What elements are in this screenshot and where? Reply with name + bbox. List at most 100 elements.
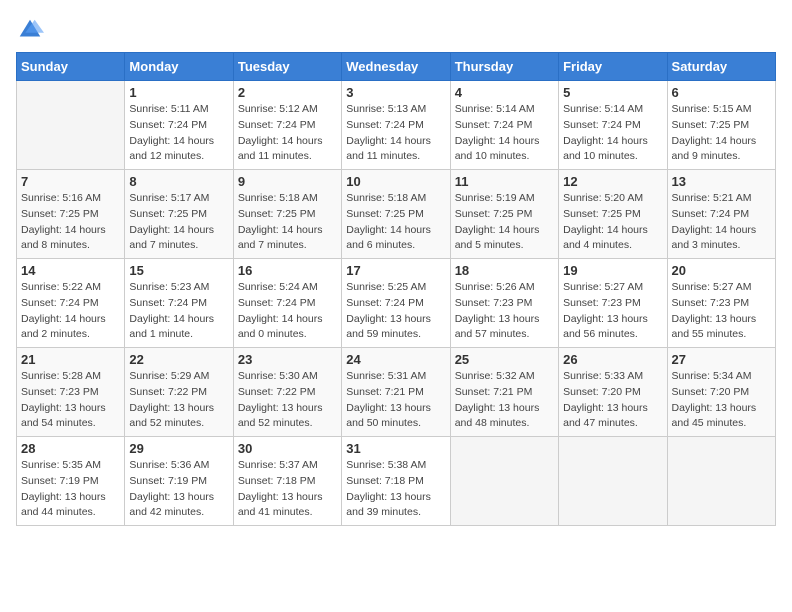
header-saturday: Saturday: [667, 53, 775, 81]
day-info: Sunrise: 5:18 AMSunset: 7:25 PMDaylight:…: [238, 191, 337, 254]
calendar-cell: 14Sunrise: 5:22 AMSunset: 7:24 PMDayligh…: [17, 259, 125, 348]
calendar-cell: 1Sunrise: 5:11 AMSunset: 7:24 PMDaylight…: [125, 81, 233, 170]
calendar-cell: 19 Sunrise: 5:27 AMSunset: 7:23 PMDayligh…: [559, 259, 667, 348]
day-info: Sunrise: 5:23 AMSunset: 7:24 PMDaylight:…: [129, 280, 228, 343]
calendar-cell: 9 Sunrise: 5:18 AMSunset: 7:25 PMDaylight…: [233, 170, 341, 259]
day-info: Sunrise: 5:21 AMSunset: 7:24 PMDaylight:…: [672, 191, 771, 254]
day-number: 12: [563, 174, 662, 189]
day-number: 8: [129, 174, 228, 189]
calendar-cell: [17, 81, 125, 170]
day-info: Sunrise: 5:15 AMSunset: 7:25 PMDaylight:…: [672, 102, 771, 165]
day-number: 26: [563, 352, 662, 367]
day-info: Sunrise: 5:33 AMSunset: 7:20 PMDaylight:…: [563, 369, 662, 432]
day-number: 19: [563, 263, 662, 278]
day-number: 25: [455, 352, 554, 367]
day-info: Sunrise: 5:13 AMSunset: 7:24 PMDaylight:…: [346, 102, 445, 165]
calendar-cell: 31 Sunrise: 5:38 AMSunset: 7:18 PMDayligh…: [342, 437, 450, 526]
logo-icon: [16, 16, 44, 44]
calendar-cell: 20 Sunrise: 5:27 AMSunset: 7:23 PMDayligh…: [667, 259, 775, 348]
calendar-cell: 4Sunrise: 5:14 AMSunset: 7:24 PMDaylight…: [450, 81, 558, 170]
day-number: 24: [346, 352, 445, 367]
day-info: Sunrise: 5:35 AMSunset: 7:19 PMDaylight:…: [21, 458, 120, 521]
calendar-cell: 5 Sunrise: 5:14 AMSunset: 7:24 PMDaylight…: [559, 81, 667, 170]
day-number: 14: [21, 263, 120, 278]
calendar-cell: 29 Sunrise: 5:36 AMSunset: 7:19 PMDayligh…: [125, 437, 233, 526]
calendar-cell: 24Sunrise: 5:31 AMSunset: 7:21 PMDayligh…: [342, 348, 450, 437]
header-row: Sunday Monday Tuesday Wednesday Thursday…: [17, 53, 776, 81]
calendar-week-5: 28 Sunrise: 5:35 AMSunset: 7:19 PMDayligh…: [17, 437, 776, 526]
calendar-cell: 6 Sunrise: 5:15 AMSunset: 7:25 PMDaylight…: [667, 81, 775, 170]
day-info: Sunrise: 5:18 AMSunset: 7:25 PMDaylight:…: [346, 191, 445, 254]
calendar-cell: 26 Sunrise: 5:33 AMSunset: 7:20 PMDayligh…: [559, 348, 667, 437]
logo: [16, 16, 48, 44]
day-info: Sunrise: 5:28 AMSunset: 7:23 PMDaylight:…: [21, 369, 120, 432]
day-info: Sunrise: 5:37 AMSunset: 7:18 PMDaylight:…: [238, 458, 337, 521]
header: [16, 16, 776, 44]
day-info: Sunrise: 5:38 AMSunset: 7:18 PMDaylight:…: [346, 458, 445, 521]
day-info: Sunrise: 5:24 AMSunset: 7:24 PMDaylight:…: [238, 280, 337, 343]
header-monday: Monday: [125, 53, 233, 81]
day-info: Sunrise: 5:19 AMSunset: 7:25 PMDaylight:…: [455, 191, 554, 254]
calendar-cell: 8 Sunrise: 5:17 AMSunset: 7:25 PMDaylight…: [125, 170, 233, 259]
calendar-cell: 27 Sunrise: 5:34 AMSunset: 7:20 PMDayligh…: [667, 348, 775, 437]
day-number: 13: [672, 174, 771, 189]
calendar-cell: 30 Sunrise: 5:37 AMSunset: 7:18 PMDayligh…: [233, 437, 341, 526]
calendar-week-4: 21 Sunrise: 5:28 AMSunset: 7:23 PMDayligh…: [17, 348, 776, 437]
header-thursday: Thursday: [450, 53, 558, 81]
calendar-cell: 15 Sunrise: 5:23 AMSunset: 7:24 PMDayligh…: [125, 259, 233, 348]
day-number: 16: [238, 263, 337, 278]
calendar-cell: 18Sunrise: 5:26 AMSunset: 7:23 PMDayligh…: [450, 259, 558, 348]
day-number: 3: [346, 85, 445, 100]
day-info: Sunrise: 5:14 AMSunset: 7:24 PMDaylight:…: [563, 102, 662, 165]
day-number: 2: [238, 85, 337, 100]
calendar-week-1: 1Sunrise: 5:11 AMSunset: 7:24 PMDaylight…: [17, 81, 776, 170]
day-number: 15: [129, 263, 228, 278]
day-info: Sunrise: 5:27 AMSunset: 7:23 PMDaylight:…: [672, 280, 771, 343]
calendar-cell: 2 Sunrise: 5:12 AMSunset: 7:24 PMDaylight…: [233, 81, 341, 170]
day-number: 30: [238, 441, 337, 456]
day-number: 6: [672, 85, 771, 100]
day-number: 10: [346, 174, 445, 189]
calendar-cell: 22Sunrise: 5:29 AMSunset: 7:22 PMDayligh…: [125, 348, 233, 437]
calendar-table: Sunday Monday Tuesday Wednesday Thursday…: [16, 52, 776, 526]
day-number: 17: [346, 263, 445, 278]
header-tuesday: Tuesday: [233, 53, 341, 81]
day-number: 31: [346, 441, 445, 456]
day-number: 28: [21, 441, 120, 456]
day-number: 20: [672, 263, 771, 278]
header-wednesday: Wednesday: [342, 53, 450, 81]
calendar-cell: 11 Sunrise: 5:19 AMSunset: 7:25 PMDayligh…: [450, 170, 558, 259]
day-info: Sunrise: 5:34 AMSunset: 7:20 PMDaylight:…: [672, 369, 771, 432]
day-info: Sunrise: 5:25 AMSunset: 7:24 PMDaylight:…: [346, 280, 445, 343]
day-info: Sunrise: 5:12 AMSunset: 7:24 PMDaylight:…: [238, 102, 337, 165]
day-info: Sunrise: 5:36 AMSunset: 7:19 PMDaylight:…: [129, 458, 228, 521]
calendar-cell: 17 Sunrise: 5:25 AMSunset: 7:24 PMDayligh…: [342, 259, 450, 348]
calendar-cell: [667, 437, 775, 526]
day-number: 7: [21, 174, 120, 189]
day-info: Sunrise: 5:32 AMSunset: 7:21 PMDaylight:…: [455, 369, 554, 432]
day-number: 11: [455, 174, 554, 189]
day-info: Sunrise: 5:17 AMSunset: 7:25 PMDaylight:…: [129, 191, 228, 254]
calendar-cell: 28 Sunrise: 5:35 AMSunset: 7:19 PMDayligh…: [17, 437, 125, 526]
day-info: Sunrise: 5:29 AMSunset: 7:22 PMDaylight:…: [129, 369, 228, 432]
day-number: 5: [563, 85, 662, 100]
day-info: Sunrise: 5:27 AMSunset: 7:23 PMDaylight:…: [563, 280, 662, 343]
day-number: 27: [672, 352, 771, 367]
header-friday: Friday: [559, 53, 667, 81]
day-info: Sunrise: 5:14 AMSunset: 7:24 PMDaylight:…: [455, 102, 554, 165]
day-number: 21: [21, 352, 120, 367]
calendar-cell: 12 Sunrise: 5:20 AMSunset: 7:25 PMDayligh…: [559, 170, 667, 259]
day-number: 9: [238, 174, 337, 189]
day-info: Sunrise: 5:20 AMSunset: 7:25 PMDaylight:…: [563, 191, 662, 254]
calendar-week-3: 14Sunrise: 5:22 AMSunset: 7:24 PMDayligh…: [17, 259, 776, 348]
day-number: 23: [238, 352, 337, 367]
calendar-cell: 25 Sunrise: 5:32 AMSunset: 7:21 PMDayligh…: [450, 348, 558, 437]
calendar-cell: 21 Sunrise: 5:28 AMSunset: 7:23 PMDayligh…: [17, 348, 125, 437]
calendar-cell: [559, 437, 667, 526]
day-info: Sunrise: 5:16 AMSunset: 7:25 PMDaylight:…: [21, 191, 120, 254]
calendar-cell: 23Sunrise: 5:30 AMSunset: 7:22 PMDayligh…: [233, 348, 341, 437]
calendar-cell: 7 Sunrise: 5:16 AMSunset: 7:25 PMDaylight…: [17, 170, 125, 259]
day-number: 29: [129, 441, 228, 456]
calendar-cell: 16 Sunrise: 5:24 AMSunset: 7:24 PMDayligh…: [233, 259, 341, 348]
calendar-body: 1Sunrise: 5:11 AMSunset: 7:24 PMDaylight…: [17, 81, 776, 526]
